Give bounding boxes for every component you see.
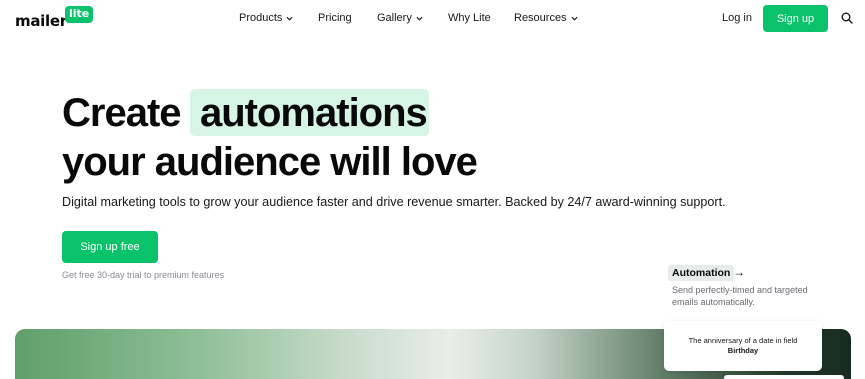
trial-note: Get free 30-day trial to premium feature… [62,270,225,280]
headline-line-2: your audience will love [62,140,478,184]
chevron-down-icon [571,16,578,21]
chevron-down-icon [286,16,293,21]
nav-why-lite-label: Why Lite [448,12,491,24]
nav-products-label: Products [239,12,283,24]
nav-gallery-label: Gallery [377,12,412,24]
arrow-right-icon[interactable]: → [733,265,745,279]
trigger-card-field: Birthday [727,346,759,355]
signup-free-button[interactable]: Sign up free [62,231,158,263]
nav-why-lite[interactable]: Why Lite [448,12,491,24]
nav-products[interactable]: Products [239,12,293,24]
trigger-card-label: The anniversary of a date in field [688,336,798,345]
nav-resources[interactable]: Resources [514,12,578,24]
headline-word-create: Create [62,91,182,135]
nav-resources-label: Resources [514,12,567,24]
nav-gallery[interactable]: Gallery [377,12,423,24]
nav-pricing-label: Pricing [318,12,352,24]
headline-line-1: Create automations [62,91,428,135]
search-icon[interactable] [841,12,853,24]
trigger-card-text: The anniversary of a date in field Birth… [683,336,803,356]
login-link[interactable]: Log in [722,12,752,24]
chevron-down-icon [416,16,423,21]
hero-subtitle: Digital marketing tools to grow your aud… [62,195,726,209]
trigger-card: The anniversary of a date in field Birth… [664,321,822,371]
nav-pricing[interactable]: Pricing [318,12,352,24]
signup-button[interactable]: Sign up [763,5,828,32]
logo-badge: lite [65,6,94,23]
headline-word-automations: automations [200,91,428,135]
top-nav: mailer lite Products Pricing Gallery Why… [0,0,865,36]
automation-description: Send perfectly-timed and targeted emails… [672,285,808,307]
secondary-card [724,375,844,379]
automation-tag[interactable]: Automation [668,265,735,281]
logo-wordmark: mailer [15,12,67,30]
